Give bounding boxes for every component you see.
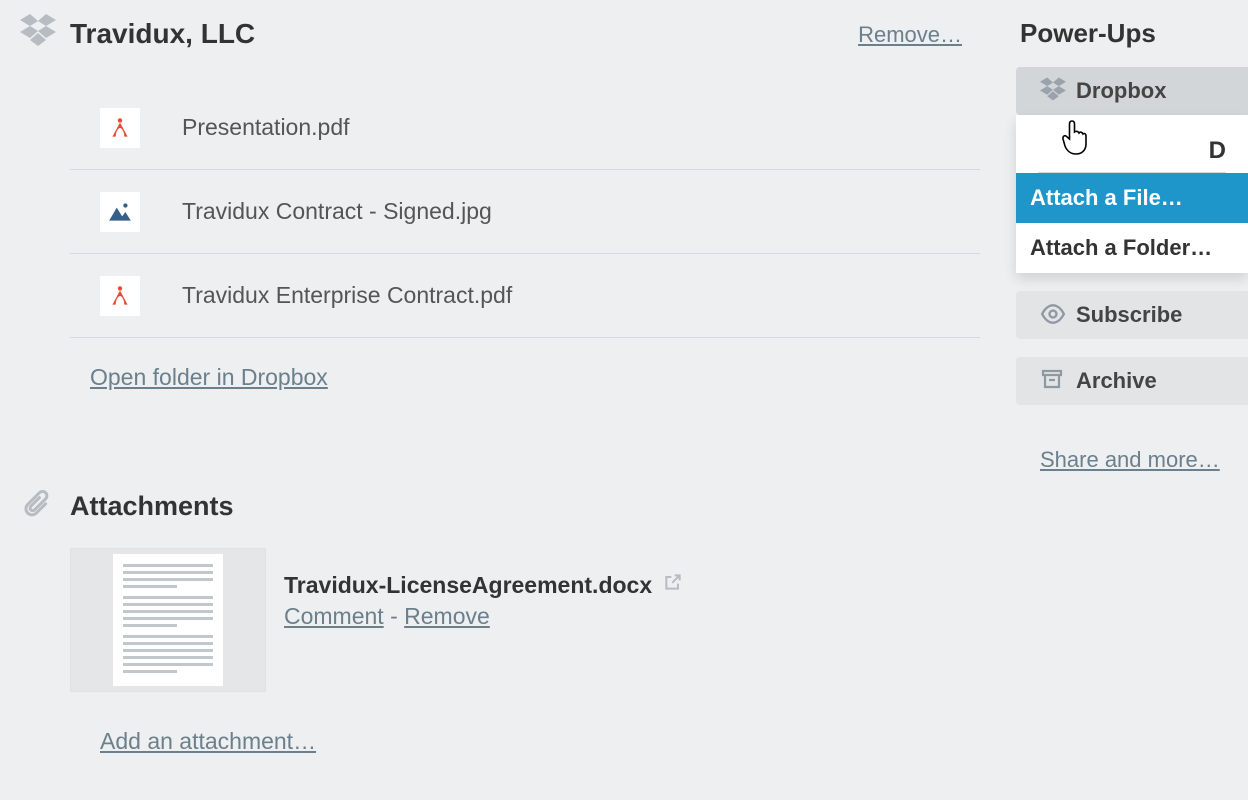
document-preview-icon (113, 554, 223, 686)
open-folder-link[interactable]: Open folder in Dropbox (90, 364, 328, 391)
paperclip-icon (22, 489, 52, 526)
attachment-remove-link[interactable]: Remove (404, 603, 490, 629)
image-icon (100, 192, 140, 232)
dropbox-file-list: Presentation.pdf Travidux Contract - Sig… (70, 86, 980, 338)
attachment-item: Travidux-LicenseAgreement.docx Comment -… (70, 548, 990, 692)
dropbox-popout-menu: D Attach a File… Attach a Folder… (1016, 115, 1248, 273)
external-link-icon[interactable] (663, 572, 683, 597)
eye-icon (1040, 301, 1066, 333)
file-row[interactable]: Presentation.pdf (70, 86, 980, 170)
powerups-heading: Power-Ups (1020, 18, 1248, 49)
pdf-icon (100, 276, 140, 316)
file-row[interactable]: Travidux Contract - Signed.jpg (70, 170, 980, 254)
subscribe-label: Subscribe (1076, 302, 1182, 328)
archive-label: Archive (1076, 368, 1157, 394)
attach-file-menu-item[interactable]: Attach a File… (1016, 173, 1248, 223)
subscribe-button[interactable]: Subscribe (1016, 291, 1248, 339)
separator: - (390, 603, 404, 629)
attachment-thumbnail[interactable] (70, 548, 266, 692)
file-row[interactable]: Travidux Enterprise Contract.pdf (70, 254, 980, 338)
file-name: Presentation.pdf (182, 114, 350, 141)
attachment-comment-link[interactable]: Comment (284, 603, 384, 629)
file-name: Travidux Contract - Signed.jpg (182, 198, 492, 225)
dropbox-powerup-button[interactable]: Dropbox (1016, 67, 1248, 115)
popout-header: D (1038, 137, 1226, 173)
attachment-name[interactable]: Travidux-LicenseAgreement.docx (284, 572, 652, 598)
dropbox-icon (1040, 77, 1066, 107)
attach-folder-menu-item[interactable]: Attach a Folder… (1016, 223, 1248, 273)
remove-folder-link[interactable]: Remove… (858, 22, 962, 48)
add-attachment-link[interactable]: Add an attachment… (100, 728, 316, 755)
file-name: Travidux Enterprise Contract.pdf (182, 282, 512, 309)
dropbox-icon (20, 14, 56, 50)
attachments-title: Attachments (70, 491, 234, 521)
share-and-more-link[interactable]: Share and more… (1040, 447, 1220, 473)
archive-button[interactable]: Archive (1016, 357, 1248, 405)
pdf-icon (100, 108, 140, 148)
dropbox-folder-title: Travidux, LLC (70, 18, 255, 49)
dropbox-button-label: Dropbox (1076, 78, 1166, 104)
archive-icon (1040, 367, 1064, 397)
